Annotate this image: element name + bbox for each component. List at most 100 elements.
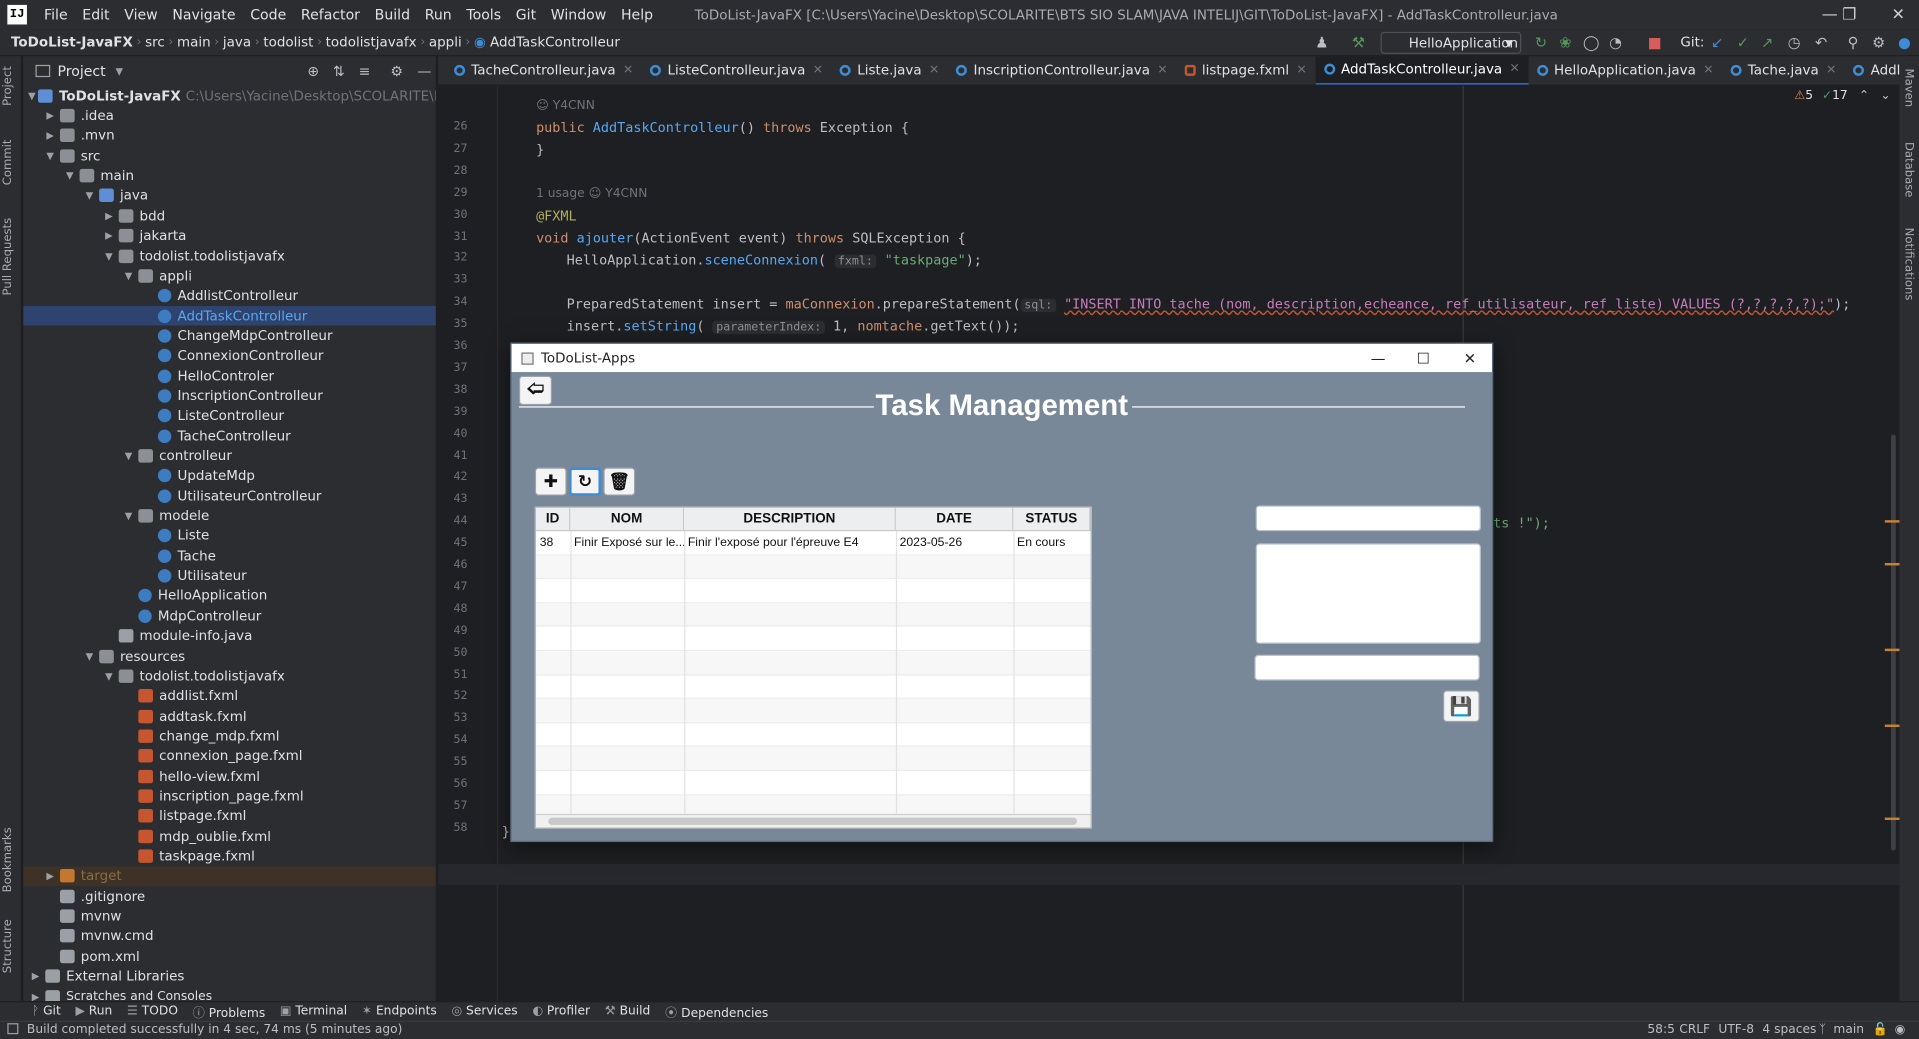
warning-stripe[interactable] [1884,562,1900,566]
app-close-icon[interactable]: ✕ [1448,344,1492,372]
tree-item[interactable]: ▶ jakarta [23,226,435,246]
tree-item-root[interactable]: ▼ ToDoList-JavaFX C:\Users\Yacine\Desktop\… [23,86,436,106]
memory-icon[interactable]: ◉ [1895,1023,1906,1036]
column-header-id[interactable]: ID [536,507,571,532]
tool-git[interactable]: ᚹ Git [32,1005,61,1018]
tree-item[interactable]: ▼ modele [23,506,435,526]
git-commit-icon[interactable]: ✓ [1733,33,1753,53]
tree-item[interactable]: ▶ .idea [23,106,435,126]
commit-tool-tab[interactable]: Commit [1,140,14,186]
chevron-down-icon[interactable]: ▼ [102,671,117,682]
tool-todo[interactable]: ☰ TODO [127,1005,178,1018]
select-opened-file-icon[interactable]: ⊕ [307,62,319,79]
close-tab-icon[interactable]: ✕ [929,64,939,77]
coverage-icon[interactable]: ◯ [1581,33,1601,53]
warning-stripe[interactable] [1884,648,1900,652]
tree-item[interactable]: ▶ target [23,866,436,887]
tree-item[interactable]: TacheControlleur [23,426,435,446]
tree-item[interactable]: hello-view.fxml [23,766,435,786]
breadcrumb-src[interactable]: src [141,34,168,50]
git-push-icon[interactable]: ↗ [1758,33,1778,53]
pull-requests-tool-tab[interactable]: Pull Requests [1,218,14,296]
chevron-right-icon[interactable]: ▶ [28,971,43,982]
close-tab-icon[interactable]: ✕ [623,64,633,77]
tab-listpage-fxml[interactable]: listpage.fxml ✕ [1176,56,1315,84]
breadcrumb-project[interactable]: ToDoList-JavaFX [0,34,137,50]
column-header-description[interactable]: DESCRIPTION [684,507,896,532]
tree-item[interactable]: ▼ todolist.todolistjavafx [23,246,435,266]
table-row[interactable] [536,747,1091,772]
save-button[interactable]: 💾 [1442,690,1480,723]
restore-icon[interactable]: ❐ [1829,0,1871,29]
tree-item[interactable]: UpdateMdp [23,466,435,486]
warning-stripe[interactable] [1884,724,1900,727]
chevron-right-icon[interactable]: ▶ [102,230,117,241]
tree-item[interactable]: ▼ todolist.todolistjavafx [23,666,435,686]
column-header-date[interactable]: DATE [895,507,1014,532]
tree-item[interactable]: addlist.fxml [23,686,435,706]
chevron-right-icon[interactable]: ▶ [102,210,117,221]
git-branch[interactable]: main [1833,1023,1864,1036]
table-row[interactable] [536,723,1091,748]
chevron-down-icon[interactable]: ▼ [43,150,58,161]
tree-item[interactable]: connexion_page.fxml [23,746,435,766]
code-line[interactable]: ts !"); [1493,515,1550,531]
indent-setting[interactable]: 4 spaces [1762,1023,1816,1036]
table-row[interactable] [536,555,1091,580]
menu-file[interactable]: File [37,0,75,29]
project-panel-title[interactable]: Project [58,62,106,79]
table-row[interactable] [536,603,1091,628]
breadcrumb-todolist[interactable]: todolist [260,34,317,50]
file-encoding[interactable]: UTF-8 [1718,1023,1754,1036]
table-row[interactable] [536,699,1091,724]
menu-navigate[interactable]: Navigate [165,0,243,29]
menu-build[interactable]: Build [367,0,417,29]
bookmarks-tool-tab[interactable]: Bookmarks [1,827,14,892]
table-row[interactable] [536,771,1091,796]
close-tab-icon[interactable]: ✕ [1296,64,1306,77]
code-line[interactable]: HelloApplication.sceneConnexion( fxml: "… [567,252,982,269]
warning-stripe[interactable] [1884,520,1900,523]
table-row[interactable] [536,651,1091,676]
tree-item[interactable]: taskpage.fxml [23,846,435,866]
tree-item[interactable]: UtilisateurControlleur [23,486,435,506]
chevron-down-icon[interactable]: ⌄ [1880,89,1890,102]
chevron-down-icon[interactable]: ▼ [121,510,136,521]
chevron-down-icon[interactable]: ▼ [82,651,97,662]
code-line[interactable]: void ajouter(ActionEvent event) throws S… [536,230,966,246]
app-minimize-icon[interactable]: — [1356,344,1400,372]
tree-item[interactable]: ▶ Scratches and Consoles [23,986,435,1002]
tool-services[interactable]: ◎ Services [451,1005,517,1018]
tree-item[interactable]: AddTaskControlleur [23,305,436,326]
status-square-icon[interactable] [7,1023,19,1035]
tree-item[interactable]: ▼ java [23,186,435,206]
plugin-icon[interactable]: ● [1895,33,1915,53]
tool-run[interactable]: ▶ Run [75,1005,112,1018]
user-icon[interactable]: ♟ [1312,33,1332,53]
tree-item[interactable]: Utilisateur [23,566,435,586]
tree-item[interactable]: ConnexionControlleur [23,346,435,366]
close-tab-icon[interactable]: ✕ [1826,64,1836,77]
menu-tools[interactable]: Tools [459,0,508,29]
history-icon[interactable]: ◷ [1784,33,1804,53]
column-header-nom[interactable]: NOM [570,507,685,532]
tree-item[interactable]: ▼ appli [23,266,435,286]
tree-item[interactable]: ▶ .mvn [23,126,435,146]
breadcrumb-java[interactable]: java [219,34,255,50]
task-description-textarea[interactable] [1255,543,1481,644]
tool-profiler[interactable]: ◐ Profiler [532,1005,590,1018]
options-gear-icon[interactable]: ⚙ [390,62,403,79]
maven-tool-tab[interactable]: Maven [1902,69,1915,108]
chevron-down-icon[interactable]: ▼ [115,65,123,76]
code-line[interactable]: @FXML [536,208,577,224]
tab-addtaskcontrolleur-java[interactable]: AddTaskControlleur.java ✕ [1315,56,1529,85]
structure-tool-tab[interactable]: Structure [1,919,14,973]
tree-item[interactable]: Liste [23,526,435,546]
menu-help[interactable]: Help [614,0,661,29]
tool-terminal[interactable]: ▣ Terminal [280,1005,347,1018]
menu-refactor[interactable]: Refactor [294,0,368,29]
horizontal-scrollbar[interactable] [536,813,1091,828]
chevron-down-icon[interactable]: ▼ [82,190,97,201]
app-maximize-icon[interactable]: ☐ [1401,344,1445,372]
menu-code[interactable]: Code [243,0,294,29]
